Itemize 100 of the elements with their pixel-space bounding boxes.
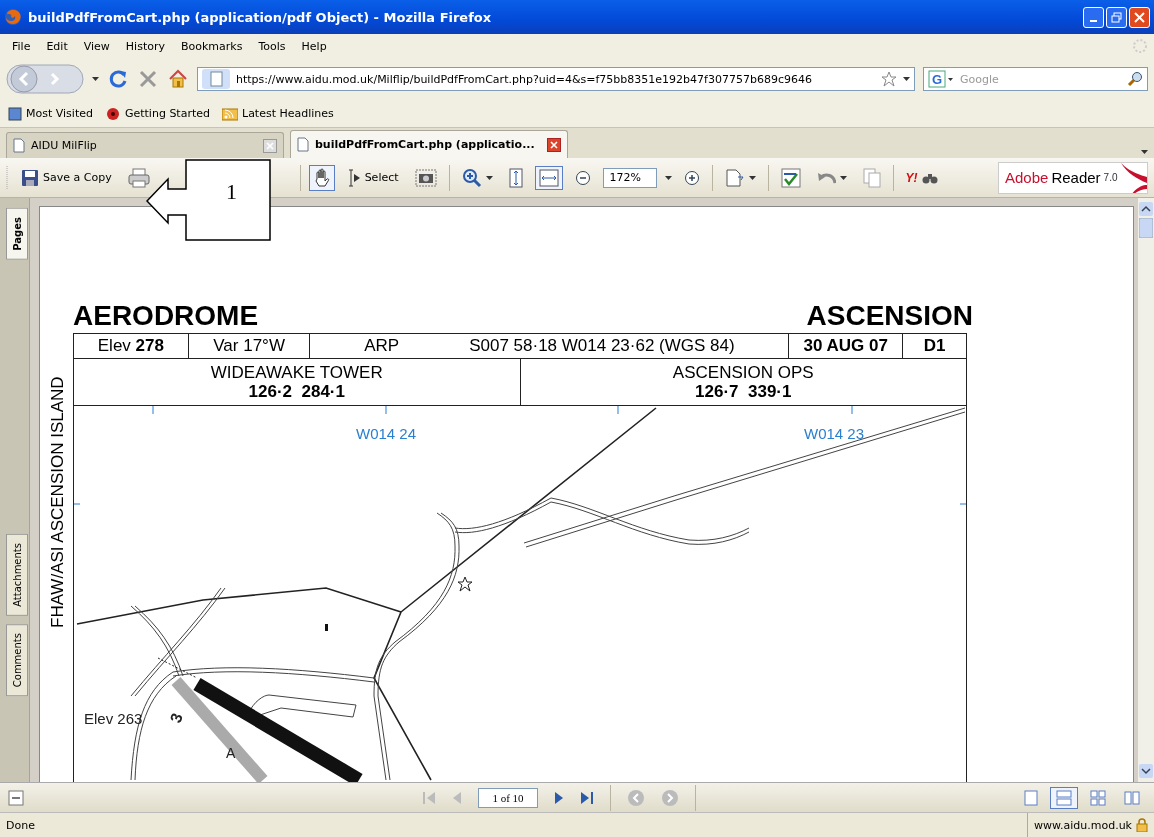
restore-button[interactable]: [1106, 6, 1127, 28]
browser-tab[interactable]: AIDU MilFlip: [6, 132, 284, 158]
padlock-icon: [1136, 818, 1148, 832]
last-page-icon[interactable]: [580, 789, 594, 806]
taxiway-label: A: [226, 745, 236, 761]
home-button[interactable]: [167, 68, 189, 90]
menu-item[interactable]: History: [117, 37, 173, 55]
text-cursor-icon: [346, 168, 361, 187]
caret-icon[interactable]: [903, 77, 910, 81]
fit-width-button[interactable]: [534, 165, 563, 190]
page-icon: [297, 137, 309, 152]
select-tool-button[interactable]: Select: [342, 165, 403, 190]
curved-arrow-icon: [816, 171, 836, 184]
bookmark-page-icon: [8, 106, 22, 121]
star-icon[interactable]: [881, 71, 897, 87]
elevation-label: Elev 263: [84, 710, 143, 727]
vertical-scrollbar[interactable]: [1138, 198, 1154, 782]
table-cell-label: ARP: [364, 336, 400, 356]
tab-close-icon[interactable]: [547, 137, 561, 152]
yahoo-toolbar-button[interactable]: Y!: [901, 167, 942, 188]
facing-pages-icon: [1124, 789, 1140, 806]
search-field[interactable]: G Google: [923, 67, 1148, 91]
scroll-thumb-icon[interactable]: [1139, 218, 1153, 238]
binoculars-icon: [921, 171, 938, 184]
page-icon: [13, 138, 25, 153]
chart-title: AERODROME: [73, 299, 259, 333]
fit-height-icon: [508, 167, 523, 188]
frequency-values: 126·2 284·1: [248, 382, 345, 401]
single-page-icon: [1024, 789, 1038, 806]
save-copy-button[interactable]: Save a Copy: [17, 165, 116, 190]
continuous-pages-icon: [1056, 789, 1072, 806]
callout-number: 1: [226, 179, 237, 205]
status-host: www.aidu.mod.uk: [1034, 818, 1132, 832]
fit-width-icon: [538, 168, 559, 187]
status-text: Done: [6, 818, 36, 832]
station-name: ASCENSION OPS: [672, 363, 814, 382]
table-cell-text: 30 AUG 07: [803, 336, 888, 356]
back-forward-button[interactable]: [6, 64, 84, 94]
menu-item[interactable]: Bookmarks: [173, 37, 251, 55]
grid-label: W014 24: [356, 425, 416, 442]
browser-tab[interactable]: buildPdfFromCart.php (applicatio...: [290, 130, 568, 158]
caret-icon[interactable]: [839, 175, 847, 180]
spell-check-icon: [780, 167, 801, 188]
station-name: WIDEAWAKE TOWER: [210, 363, 383, 382]
caret-icon[interactable]: [485, 175, 493, 180]
magnifier-plus-icon: [461, 167, 482, 188]
bookmark-item[interactable]: Latest Headlines: [222, 106, 334, 121]
plus-circle-icon: [683, 169, 700, 186]
location-title: ASCENSION: [806, 299, 973, 333]
grid-label: W014 23: [804, 425, 864, 442]
page-arrow-icon: [724, 167, 745, 188]
close-icon: [1134, 11, 1145, 23]
menu-item[interactable]: Help: [293, 37, 335, 55]
zoom-field[interactable]: 172%: [602, 167, 657, 188]
side-panel-tab[interactable]: Attachments: [6, 533, 28, 616]
table-cell-text: Elev 278: [97, 336, 164, 356]
scroll-up-icon[interactable]: [1139, 202, 1153, 216]
caret-icon[interactable]: [748, 175, 756, 180]
coordinates-text: S007 58·18 W014 23·62 (WGS 84): [469, 336, 735, 356]
window-title: buildPdfFromCart.php (application/pdf Object) - Mozilla Firefox: [28, 9, 493, 25]
tab-list-caret-icon[interactable]: [1141, 150, 1148, 154]
frequency-values: 126·7 339·1: [695, 382, 792, 401]
page-layout-button[interactable]: [1050, 786, 1078, 809]
table-cell-text: Var 17°W: [213, 336, 285, 356]
stop-button[interactable]: [137, 68, 159, 90]
minus-circle-icon: [574, 169, 591, 186]
bookmark-item[interactable]: Getting Started: [104, 106, 210, 121]
side-panel-tab[interactable]: Comments: [6, 623, 28, 696]
menu-item[interactable]: View: [75, 37, 118, 55]
page-number-field[interactable]: 1 of 10: [478, 787, 538, 808]
bookmark-item[interactable]: Most Visited: [8, 106, 93, 121]
menu-item[interactable]: Edit: [38, 37, 76, 55]
side-panel-tab[interactable]: Pages: [6, 208, 28, 260]
caret-icon[interactable]: [92, 77, 99, 81]
caret-icon[interactable]: [664, 175, 672, 180]
table-cell-text: D1: [923, 336, 946, 356]
search-icon[interactable]: [1127, 71, 1143, 87]
hand-tool-button[interactable]: [308, 164, 335, 191]
copy-pages-icon: [862, 167, 881, 188]
page-panel-icon[interactable]: [8, 789, 24, 806]
camera-icon: [414, 168, 437, 187]
runway-number: 3: [166, 710, 186, 726]
scroll-down-icon[interactable]: [1139, 764, 1153, 778]
address-bar[interactable]: https://www.aidu.mod.uk/Milflip/buildPdfFromCart.php?uid=4&s=f75bb8351e192b47f307757b689c9646: [197, 67, 915, 91]
printer-icon: [127, 167, 150, 188]
close-button[interactable]: [1129, 6, 1150, 28]
next-page-icon[interactable]: [554, 789, 564, 806]
toolbar-grip-icon: [6, 165, 9, 190]
adobe-reader-logo: Adobe Reader 7.0: [998, 161, 1148, 194]
throbber-icon: [1132, 38, 1148, 54]
minimize-icon: [1090, 19, 1097, 22]
menu-item[interactable]: File: [4, 37, 39, 55]
rss-feed-icon: [222, 106, 238, 121]
firefox-logo-icon: [4, 8, 22, 26]
page-icon: [202, 69, 230, 89]
restore-icon: [1111, 11, 1122, 23]
vertical-chart-label: FHAW/ASI ASCENSION ISLAND: [48, 375, 68, 630]
minimize-button[interactable]: [1083, 6, 1104, 28]
reload-button[interactable]: [107, 68, 129, 90]
menu-item[interactable]: Tools: [250, 37, 294, 55]
